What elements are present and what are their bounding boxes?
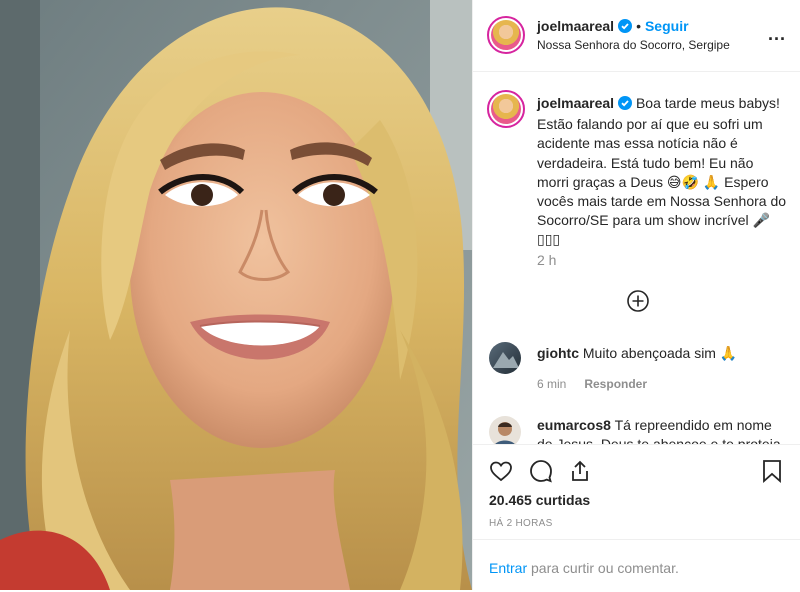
- caption-time[interactable]: 2 h: [537, 252, 556, 268]
- bookmark-icon[interactable]: [761, 459, 783, 488]
- posted-time[interactable]: HÁ 2 HORAS: [489, 518, 553, 529]
- comment-item: eumarcos8 Tá repreendido em nome de Jesu…: [537, 416, 787, 444]
- follow-button[interactable]: Seguir: [645, 18, 689, 34]
- selfie-photo: [0, 0, 472, 590]
- instagram-post: joelmaareal • Seguir Nossa Senhora do Soco…: [0, 0, 800, 590]
- comment-time[interactable]: 6 min: [537, 377, 566, 391]
- likes-count[interactable]: 20.465 curtidas: [489, 492, 590, 508]
- comment-text: Muito abençoada sim 🙏: [582, 345, 738, 361]
- author-username[interactable]: joelmaareal: [537, 18, 614, 34]
- comment-username[interactable]: eumarcos8: [537, 417, 611, 433]
- caption-avatar[interactable]: [487, 90, 525, 128]
- actions-section: 20.465 curtidas HÁ 2 HORAS Entrar para c…: [473, 444, 800, 591]
- login-prompt-text: para curtir ou comentar.: [531, 560, 679, 576]
- comment-username[interactable]: giohtc: [537, 345, 579, 361]
- heart-icon[interactable]: [489, 459, 513, 488]
- comment-meta: 6 min Responder: [537, 377, 647, 391]
- caption: joelmaareal Boa tarde meus babys! Estão …: [537, 94, 787, 250]
- post-header: joelmaareal • Seguir Nossa Senhora do Soco…: [473, 0, 800, 72]
- post-photo[interactable]: [0, 0, 472, 590]
- load-more-comments-icon[interactable]: [627, 290, 649, 312]
- verified-badge-icon: [618, 19, 633, 38]
- login-link[interactable]: Entrar: [489, 560, 527, 576]
- verified-badge-icon: [618, 96, 633, 115]
- header-title-row: joelmaareal • Seguir: [537, 18, 689, 38]
- reply-button[interactable]: Responder: [584, 377, 647, 391]
- caption-text: Boa tarde meus babys! Estão falando por …: [537, 95, 787, 248]
- comment-item: giohtc Muito abençoada sim 🙏: [537, 344, 787, 363]
- author-avatar[interactable]: [487, 16, 525, 54]
- separator: •: [636, 18, 641, 34]
- caption-username[interactable]: joelmaareal: [537, 95, 614, 111]
- commenter-avatar[interactable]: [489, 416, 521, 444]
- commenter-avatar[interactable]: [489, 342, 521, 374]
- login-prompt: Entrar para curtir ou comentar.: [473, 539, 800, 592]
- comments-scroll-area[interactable]: joelmaareal Boa tarde meus babys! Estão …: [473, 72, 800, 444]
- more-options-icon[interactable]: ...: [768, 24, 786, 45]
- location-link[interactable]: Nossa Senhora do Socorro, Sergipe: [537, 38, 730, 52]
- share-icon[interactable]: [568, 459, 592, 488]
- post-sidebar: joelmaareal • Seguir Nossa Senhora do Soco…: [472, 0, 800, 590]
- comment-icon[interactable]: [529, 459, 553, 488]
